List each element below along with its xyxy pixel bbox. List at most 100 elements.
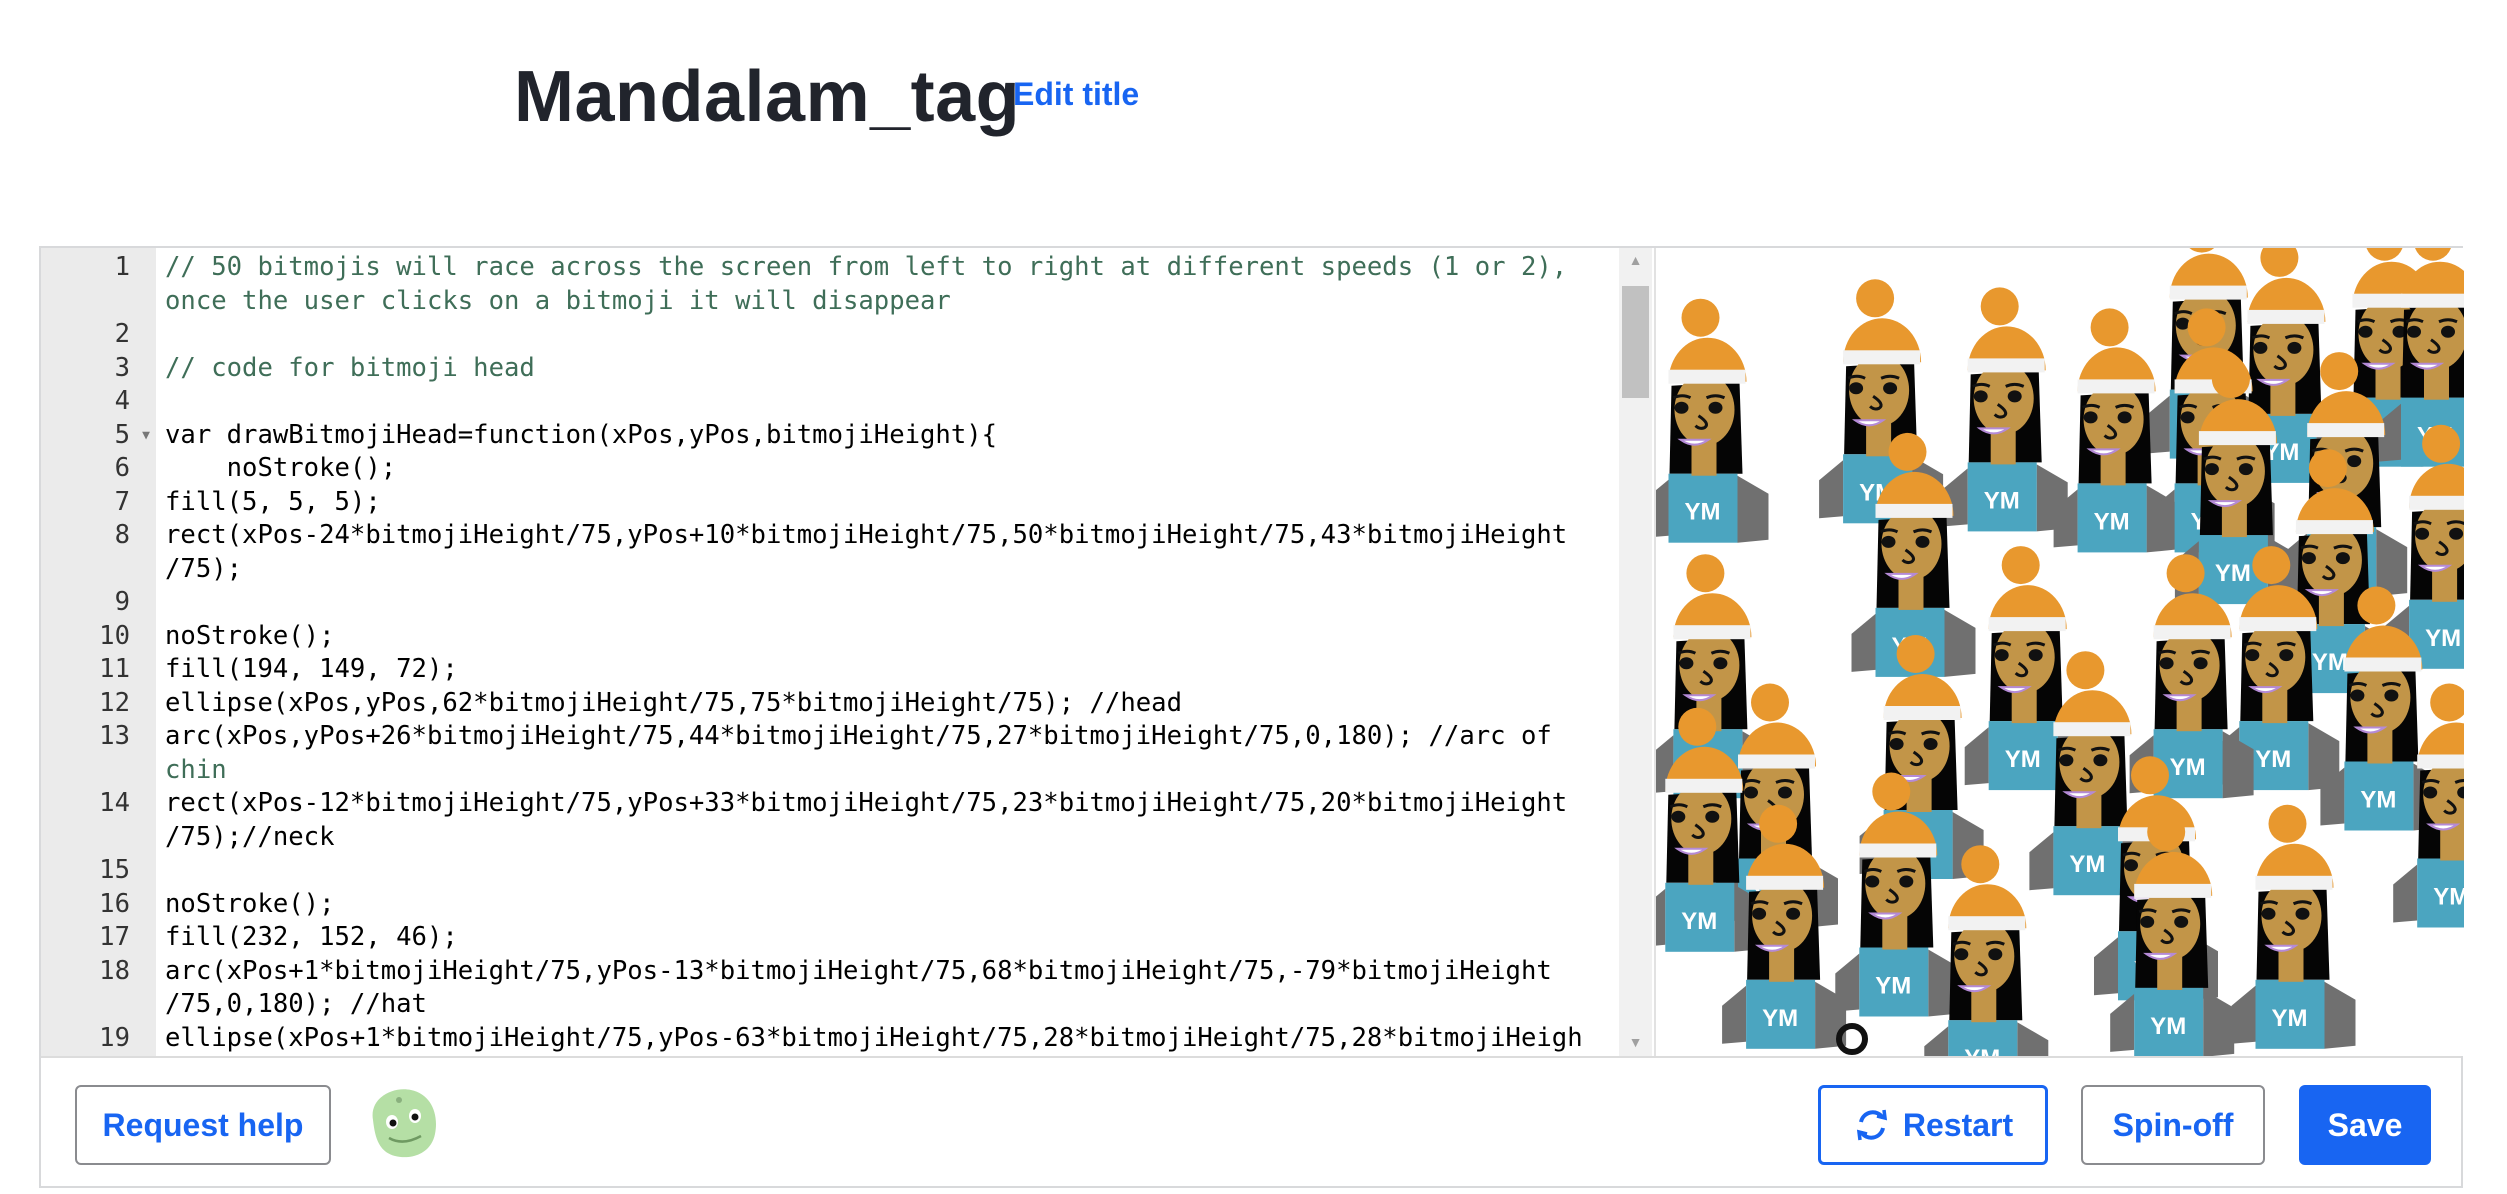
hat-band	[1746, 875, 1824, 890]
hat-band	[1875, 503, 1953, 518]
line-number: 8	[41, 519, 130, 586]
code-line: 17 fill(232, 152, 46);	[41, 921, 1619, 955]
code-line: 15	[41, 854, 1619, 888]
scrollbar-thumb[interactable]	[1622, 286, 1649, 398]
eye	[1889, 738, 1904, 750]
save-button[interactable]: Save	[2299, 1085, 2431, 1165]
line-number-text: 8	[114, 520, 130, 550]
code-line: 4	[41, 385, 1619, 419]
eye	[1881, 535, 1896, 548]
jacket	[2029, 832, 2054, 891]
request-help-button[interactable]: Request help	[75, 1085, 331, 1165]
jacket	[1722, 985, 1747, 1044]
eye	[2174, 915, 2189, 928]
line-number: 7	[41, 486, 130, 520]
pompom	[2430, 683, 2464, 722]
pompom	[2422, 424, 2461, 463]
line-number-text: 3	[114, 352, 130, 383]
pompom	[2415, 248, 2451, 261]
eye	[2441, 325, 2455, 338]
pompom	[2001, 546, 2040, 585]
code-row: rect(xPos-12*bitmojiHeight/75,yPos+33*bi…	[165, 788, 1568, 818]
jacket	[1924, 1026, 1949, 1056]
bitmoji-canvas[interactable]: YMYMYMYMYMYMYMYMYMYMYMYMYMYMYMYMYMYMYMYM…	[1656, 248, 2464, 1056]
eye	[1883, 382, 1898, 395]
page-title: Mandalam_tag	[514, 57, 1021, 137]
bitmoji: YM	[1656, 298, 1769, 543]
hat-band	[1843, 350, 1921, 365]
code-scrollbar[interactable]: ▲ ▼	[1619, 248, 1652, 1056]
request-help-label: Request help	[102, 1106, 304, 1143]
code-line: 7 fill(5, 5, 5);	[41, 486, 1619, 520]
line-number-text: 2	[114, 319, 130, 349]
hat-band	[2401, 293, 2464, 308]
eye	[1752, 907, 1767, 920]
code-row: noStroke();	[165, 888, 335, 919]
eye	[1865, 875, 1880, 888]
line-number: 6	[41, 452, 130, 486]
hat-band	[2255, 875, 2333, 890]
eye	[2093, 754, 2108, 767]
pompom	[2187, 308, 2226, 347]
eye	[2159, 657, 2174, 670]
shirt-label: YM	[2360, 787, 2396, 814]
restart-button[interactable]: Restart	[1818, 1085, 2048, 1165]
hat-band	[1738, 754, 1815, 769]
edit-title-link[interactable]: Edit title	[1013, 76, 1139, 113]
code-line: 13 arc(xPos,yPos+26*bitmojiHeight/75,44*b…	[41, 720, 1619, 787]
shirt-label: YM	[2272, 1005, 2308, 1032]
pompom	[2066, 651, 2105, 690]
eye	[1674, 401, 1689, 414]
code-row: arc(xPos,yPos+26*bitmojiHeight/75,44*bit…	[165, 721, 1552, 751]
line-number: 2	[41, 318, 130, 352]
line-number-text: 7	[114, 486, 130, 517]
pompom	[2366, 248, 2403, 261]
eye	[1923, 738, 1938, 750]
line-number: 15	[41, 854, 130, 888]
code-text[interactable]: 1 // 50 bitmojis will race across the scr…	[41, 251, 1619, 1055]
scroll-down-arrow-icon[interactable]: ▼	[1619, 1034, 1652, 1050]
fold-arrow-icon[interactable]: ▼	[142, 419, 150, 453]
code-editor[interactable]: 1 // 50 bitmojis will race across the scr…	[41, 248, 1654, 1056]
jacket	[2110, 993, 2135, 1052]
line-number: 3	[41, 352, 130, 386]
jacket	[2017, 1022, 2049, 1056]
code-row: rect(xPos-24*bitmojiHeight/75,yPos+10*bi…	[165, 520, 1568, 550]
line-number: 17	[41, 921, 130, 955]
eye	[2295, 907, 2310, 920]
pompom	[1888, 432, 1927, 471]
line-number: 14	[41, 787, 130, 854]
line-number: 13	[41, 720, 130, 787]
eye	[1954, 948, 1969, 961]
shirt-label: YM	[1964, 1045, 2000, 1056]
spin-off-button[interactable]: Spin-off	[2081, 1085, 2265, 1165]
code-row: ellipse(xPos+1*bitmojiHeight/75,yPos-63*…	[165, 1022, 1583, 1053]
output-canvas[interactable]: YMYMYMYMYMYMYMYMYMYMYMYMYMYMYMYMYMYMYMYM…	[1654, 248, 2464, 1056]
eye	[1679, 657, 1694, 670]
code-row: noStroke();	[165, 620, 335, 651]
eye	[2350, 689, 2365, 702]
line-number-text: 19	[99, 1022, 130, 1053]
eye	[2238, 463, 2253, 476]
eye	[2279, 649, 2294, 662]
code-row: // 50 bitmojis will race across the scre…	[165, 252, 1568, 282]
code-row: chin	[165, 754, 227, 785]
line-number: 1	[41, 251, 130, 318]
pompom	[1961, 845, 2000, 884]
code-line: 11 fill(194, 149, 72);	[41, 653, 1619, 687]
jacket	[2094, 937, 2118, 996]
line-number: 9	[41, 586, 130, 620]
code-row: /75);//neck	[165, 821, 335, 852]
scroll-up-arrow-icon[interactable]: ▲	[1619, 252, 1652, 268]
pompom	[1759, 804, 1798, 843]
code-row: once the user clicks on a bitmoji it wil…	[165, 285, 951, 316]
shirt-label: YM	[2312, 649, 2348, 676]
shirt-label: YM	[1685, 499, 1721, 526]
hat-band	[1948, 916, 2026, 931]
code-row: /75,0,180); //hat	[165, 989, 427, 1019]
eye	[1988, 948, 2003, 961]
shirt-label: YM	[2433, 884, 2464, 911]
eye	[1671, 810, 1686, 823]
shirt-label: YM	[2150, 1013, 2186, 1040]
eye	[2415, 527, 2430, 540]
